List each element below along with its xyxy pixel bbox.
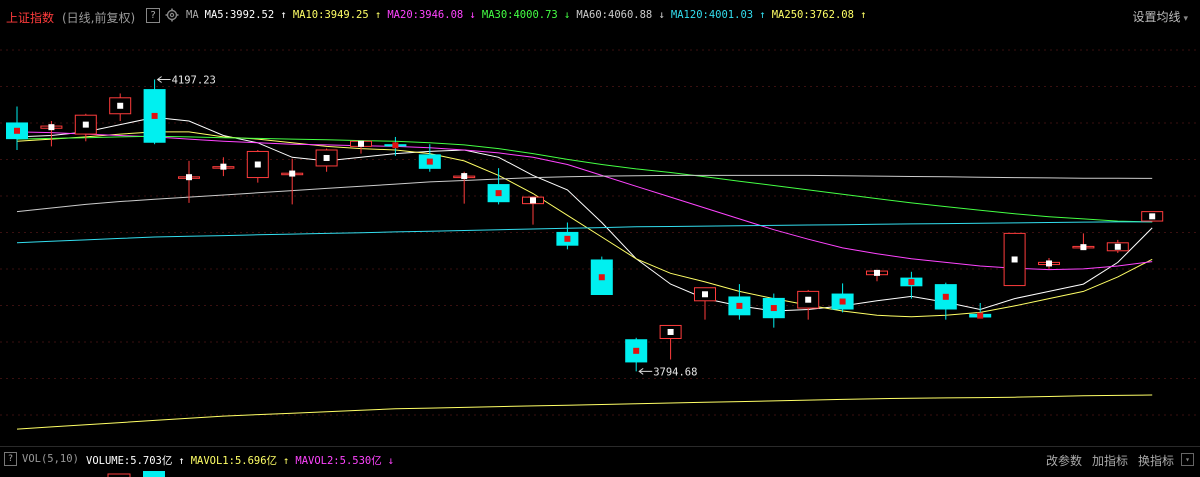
candle-marker <box>323 154 330 161</box>
chevron-down-icon: ▾ <box>1183 14 1188 24</box>
ma-line-ma20 <box>16 131 1153 271</box>
candle-marker <box>1114 243 1121 250</box>
candle-marker <box>14 127 20 134</box>
candle-marker <box>977 312 984 319</box>
candle-marker <box>289 170 296 177</box>
low-price-label: 3794.68 <box>653 366 697 378</box>
indicator-tool-button[interactable]: 换指标 <box>1138 454 1174 468</box>
candle-marker <box>1011 256 1018 263</box>
volume-value: ↑ <box>178 455 185 467</box>
chart-header: 上证指数 (日线,前复权) ? MA MA5:3992.52 ↑ MA10:3949… <box>0 0 1200 32</box>
candle-marker <box>186 174 192 181</box>
ma-legend-item: MA5:3992.52 ↑ <box>204 9 287 21</box>
volume-indicator-bar: ? VOL(5,10) VOLUME:5.703亿 ↑ MAVOL1:5.696亿 ↑… <box>0 449 1200 469</box>
candle-marker <box>667 328 674 335</box>
candle-marker <box>426 158 433 165</box>
candle-marker <box>151 112 158 119</box>
candle-marker <box>598 274 605 281</box>
volume-bar <box>143 471 165 477</box>
candle-marker <box>942 293 949 300</box>
panel-divider <box>0 446 1200 447</box>
volume-value: VOLUME:5.703亿 <box>86 455 173 467</box>
high-price-label: 4197.23 <box>172 75 216 87</box>
help-button[interactable]: ? <box>146 8 160 23</box>
ma-line-ma5 <box>16 116 1153 312</box>
ma-legend-item: MA250:3762.08 ↑ <box>771 9 867 21</box>
dropdown-icon[interactable]: ▾ <box>1181 453 1194 466</box>
candle-marker <box>564 235 571 242</box>
ma-legend-item: MA30:4000.73 ↓ <box>481 9 571 21</box>
candle-marker <box>461 173 468 180</box>
ma-legend-item: MA20:3946.08 ↓ <box>387 9 476 21</box>
period-subtitle: (日线,前复权) <box>62 11 136 25</box>
volume-help-button[interactable]: ? <box>4 452 17 466</box>
candle-marker <box>874 269 880 276</box>
volume-value: MAVOL1:5.696亿 <box>190 455 278 467</box>
indicator-tools: 改参数 加指标 换指标 <box>1036 452 1174 469</box>
volume-values: VOLUME:5.703亿 ↑ MAVOL1:5.696亿 ↑ MAVOL2:5.530… <box>86 453 400 468</box>
candle-marker <box>358 140 364 147</box>
ma-prefix: MA <box>186 9 199 21</box>
candle-marker <box>908 278 915 285</box>
ma-settings-label: 设置均线 <box>1132 10 1181 24</box>
ma-line-ma250 <box>16 394 1153 430</box>
ma-legend-item: MA60:4060.88 ↓ <box>576 9 665 21</box>
candle-marker <box>770 305 777 312</box>
ma-legend-item: MA120:4001.03 ↑ <box>670 9 766 21</box>
gear-icon[interactable] <box>165 7 179 26</box>
candle-marker <box>1149 213 1156 220</box>
candle-marker <box>117 102 124 109</box>
candle-marker <box>1046 260 1052 267</box>
indicator-tool-button[interactable]: 加指标 <box>1092 454 1128 468</box>
volume-indicator-label[interactable]: VOL(5,10) <box>22 453 79 465</box>
ma-legend: MA MA5:3992.52 ↑ MA10:3949.25 ↑ MA20:3946.0… <box>186 9 873 21</box>
candle-marker <box>220 163 227 170</box>
candlestick-chart[interactable]: 4197.23 3794.68 <box>0 0 1200 477</box>
candle-marker <box>1080 244 1087 251</box>
candle-marker <box>633 347 640 354</box>
candle-marker <box>839 298 846 305</box>
index-title[interactable]: 上证指数 <box>6 9 54 26</box>
ma-settings-button[interactable]: 设置均线 ▾ <box>1132 8 1188 25</box>
ma-legend-item: MA10:3949.25 ↑ <box>292 9 382 21</box>
candle-marker <box>82 121 89 128</box>
candle-marker <box>254 161 261 168</box>
volume-value: ↑ <box>283 455 290 467</box>
candle-marker <box>702 291 708 298</box>
volume-value: ↓ <box>387 455 395 467</box>
indicator-tool-button[interactable]: 改参数 <box>1046 454 1082 468</box>
candle-marker <box>392 142 399 149</box>
candle-marker <box>530 197 536 204</box>
volume-value: MAVOL2:5.530亿 <box>295 455 382 467</box>
candle-marker <box>495 190 502 197</box>
candle-marker <box>48 124 55 131</box>
candle-marker <box>805 296 812 303</box>
candle-marker <box>736 302 743 309</box>
